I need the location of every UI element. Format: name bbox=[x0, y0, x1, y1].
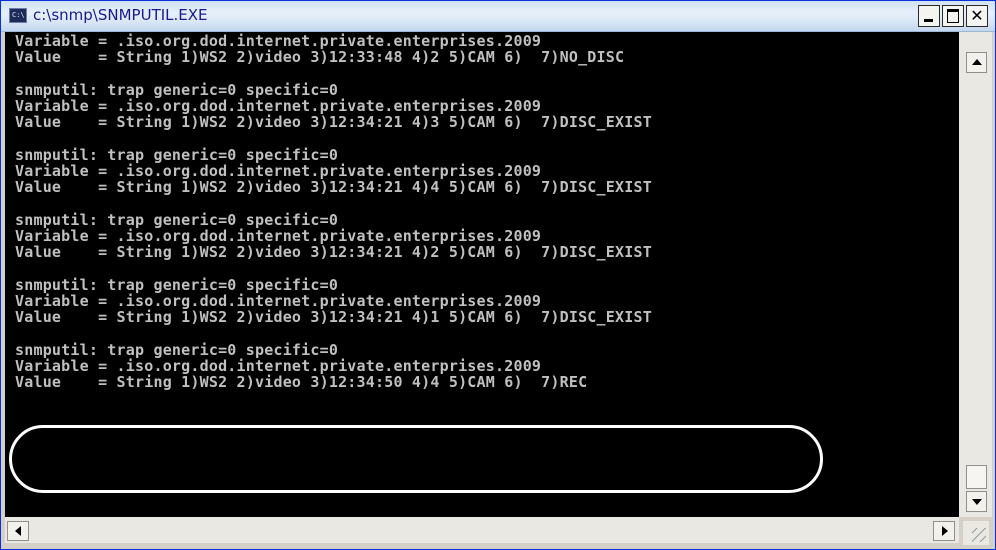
console-line: Variable = .iso.org.dod.internet.private… bbox=[15, 97, 542, 115]
console-icon[interactable]: C:\ bbox=[9, 8, 27, 23]
left-arrow-icon bbox=[15, 526, 21, 536]
title-bar[interactable]: C:\ c:\snmp\SNMPUTIL.EXE ✕ bbox=[1, 1, 995, 32]
console-line: snmputil: trap generic=0 specific=0 bbox=[15, 146, 339, 164]
vertical-scroll-thumb[interactable] bbox=[966, 465, 987, 489]
console-line: Variable = .iso.org.dod.internet.private… bbox=[15, 292, 542, 310]
horizontal-scrollbar[interactable] bbox=[5, 517, 959, 543]
console-line: Value = String 1)WS2 2)video 3)12:34:21 … bbox=[15, 178, 652, 196]
close-button[interactable]: ✕ bbox=[966, 5, 988, 27]
console-line: Variable = .iso.org.dod.internet.private… bbox=[15, 227, 542, 245]
close-icon: ✕ bbox=[970, 6, 984, 25]
console-window: C:\ c:\snmp\SNMPUTIL.EXE ✕ Variable = .i… bbox=[0, 0, 996, 550]
console-line: Value = String 1)WS2 2)video 3)12:34:21 … bbox=[15, 308, 652, 326]
console-line: Variable = .iso.org.dod.internet.private… bbox=[15, 357, 542, 375]
console-line: snmputil: trap generic=0 specific=0 bbox=[15, 341, 339, 359]
console-line: Value = String 1)WS2 2)video 3)12:34:21 … bbox=[15, 243, 652, 261]
console-line: snmputil: trap generic=0 specific=0 bbox=[15, 276, 339, 294]
scroll-down-button[interactable] bbox=[966, 491, 987, 512]
maximize-button[interactable] bbox=[942, 5, 964, 27]
console-line: snmputil: trap generic=0 specific=0 bbox=[15, 81, 339, 99]
console-icon-label: C:\ bbox=[12, 11, 25, 19]
down-arrow-icon bbox=[972, 499, 982, 505]
vertical-scrollbar[interactable] bbox=[959, 32, 992, 517]
console-line: Value = String 1)WS2 2)video 3)12:34:21 … bbox=[15, 113, 652, 131]
window-title: c:\snmp\SNMPUTIL.EXE bbox=[33, 6, 208, 24]
scroll-left-button[interactable] bbox=[7, 521, 29, 541]
highlight-ellipse bbox=[9, 425, 823, 493]
right-arrow-icon bbox=[942, 526, 948, 536]
scroll-up-button[interactable] bbox=[966, 52, 987, 73]
minimize-button[interactable] bbox=[918, 5, 940, 27]
console-line: Variable = .iso.org.dod.internet.private… bbox=[15, 32, 542, 50]
console-line: Value = String 1)WS2 2)video 3)12:33:48 … bbox=[15, 48, 625, 66]
console-line: Value = String 1)WS2 2)video 3)12:34:50 … bbox=[15, 373, 588, 391]
up-arrow-icon bbox=[972, 59, 982, 65]
scroll-right-button[interactable] bbox=[933, 521, 955, 541]
console-line: Variable = .iso.org.dod.internet.private… bbox=[15, 162, 542, 180]
console-line: snmputil: trap generic=0 specific=0 bbox=[15, 211, 339, 229]
resize-grip-icon[interactable] bbox=[963, 521, 989, 545]
